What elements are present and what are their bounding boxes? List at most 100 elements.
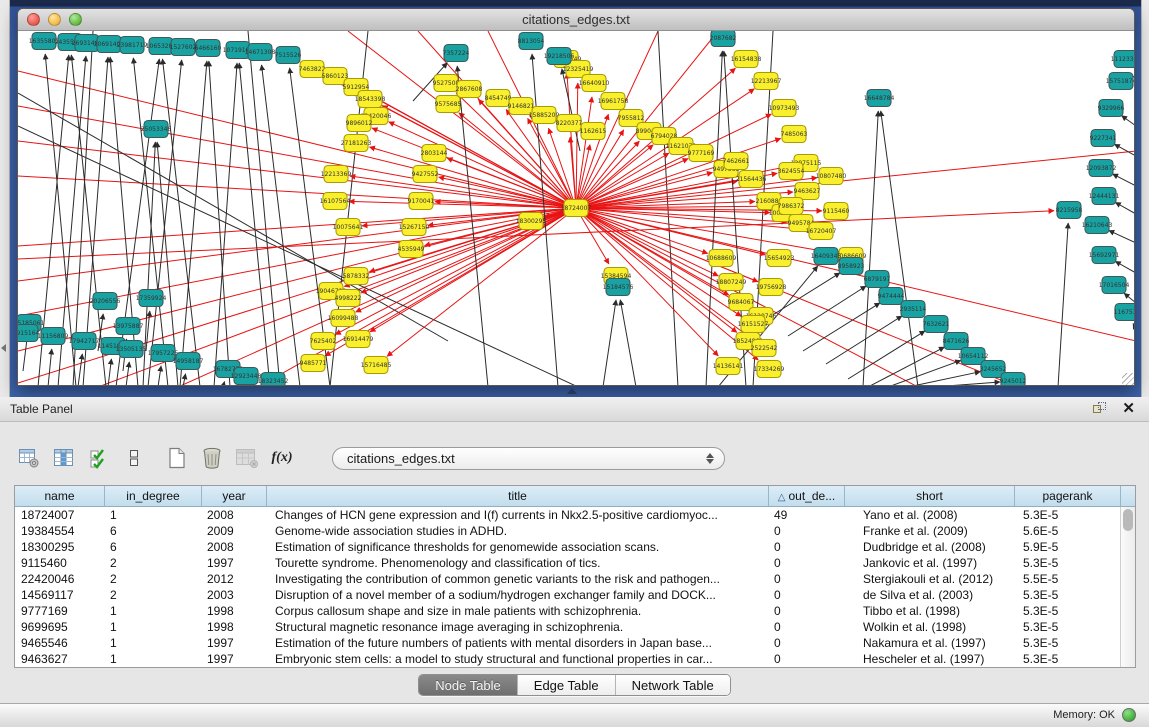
table-settings-button[interactable] (16, 444, 42, 472)
tab-edge-table[interactable]: Edge Table (518, 675, 616, 695)
edge[interactable] (18, 106, 576, 208)
graph-node[interactable]: 13975887 (113, 318, 144, 335)
table-row[interactable]: 1872400712008Changes of HCN gene express… (15, 507, 1135, 523)
graph-node[interactable]: 21564436 (736, 171, 767, 188)
graph-node[interactable]: 9245012 (1000, 373, 1027, 387)
graph-node[interactable]: 15654923 (764, 250, 795, 267)
edge[interactable] (826, 316, 902, 364)
edge[interactable] (1113, 174, 1135, 186)
graph-node[interactable]: 2803144 (421, 145, 448, 162)
graph-node[interactable]: 9115460 (823, 203, 850, 220)
edge[interactable] (933, 382, 1000, 386)
graph-node[interactable]: 9575685 (435, 96, 462, 113)
graph-node[interactable]: 16648784 (864, 90, 895, 107)
edge[interactable] (110, 57, 138, 386)
table-row[interactable]: 1830029562008Estimation of significance … (15, 539, 1135, 555)
edge[interactable] (158, 366, 161, 386)
graph-node[interactable]: 10075641 (333, 219, 364, 236)
import-table-button[interactable] (234, 444, 260, 472)
graph-node[interactable]: 18323452 (258, 373, 289, 387)
graph-node[interactable]: 7632621 (923, 316, 950, 333)
graph-node[interactable]: 9329966 (1098, 100, 1125, 117)
edge[interactable] (1058, 223, 1068, 386)
graph-node[interactable]: 4535949 (398, 241, 425, 258)
graph-node[interactable]: 9427552 (412, 166, 439, 183)
graph-node[interactable]: 18724007 (561, 200, 592, 217)
column-header-name[interactable]: name (15, 486, 105, 506)
graph-node[interactable]: 9896012 (346, 115, 373, 132)
graph-node[interactable]: 12444131 (1089, 188, 1120, 205)
edge[interactable] (1115, 261, 1135, 273)
graph-node[interactable]: 16961758 (598, 93, 629, 110)
graph-node[interactable]: 7357224 (443, 45, 470, 62)
edge[interactable] (706, 51, 722, 386)
scrollbar-thumb[interactable] (1123, 509, 1133, 531)
graph-node[interactable]: 2935114 (900, 301, 927, 318)
graph-node[interactable]: 16914479 (343, 331, 374, 348)
graph-node[interactable]: 3624554 (778, 163, 805, 180)
edge[interactable] (1133, 76, 1135, 77)
graph-node[interactable]: 8220377 (556, 115, 583, 132)
function-builder-button[interactable]: f(x) (269, 444, 295, 472)
edge[interactable] (576, 141, 639, 208)
vertical-scrollbar[interactable] (1120, 507, 1135, 668)
edge[interactable] (1109, 230, 1135, 243)
edge[interactable] (888, 360, 961, 386)
graph-node[interactable]: 8958923 (838, 258, 865, 275)
edge[interactable] (576, 208, 718, 276)
edge[interactable] (620, 300, 636, 386)
graph-node[interactable]: 1162615 (580, 123, 607, 140)
graph-node[interactable]: 7462661 (723, 153, 750, 170)
edge[interactable] (576, 31, 718, 208)
column-visibility-button[interactable] (86, 444, 112, 472)
edge[interactable] (162, 59, 200, 386)
graph-node[interactable]: 7625402 (310, 333, 337, 350)
graph-node[interactable]: 25053346 (141, 121, 172, 138)
table-row[interactable]: 1938455462009Genome-wide association stu… (15, 523, 1135, 539)
graph-node[interactable]: 1527602 (170, 39, 197, 56)
edge[interactable] (18, 208, 576, 281)
memory-status-indicator[interactable] (1122, 708, 1136, 722)
column-header-in_degree[interactable]: in_degree (105, 486, 202, 506)
graph-node[interactable]: 15184576 (603, 279, 634, 296)
edge[interactable] (1122, 116, 1135, 126)
edge[interactable] (18, 208, 576, 351)
column-header-year[interactable]: year (202, 486, 267, 506)
graph-node[interactable]: 4998222 (335, 290, 362, 307)
graph-node[interactable]: 8813054 (518, 33, 545, 50)
close-panel-icon[interactable]: ✕ (1122, 399, 1135, 417)
graph-node[interactable]: 16151527 (738, 316, 769, 333)
graph-node[interactable]: 9227341 (1090, 130, 1117, 147)
graph-node[interactable]: 7485063 (781, 126, 808, 143)
splitter-handle[interactable] (567, 388, 577, 394)
network-canvas[interactable]: 1635580324355724269314062069140623981719… (18, 31, 1135, 386)
edge[interactable] (262, 65, 300, 386)
edge[interactable] (576, 83, 578, 208)
graph-node[interactable]: 15716485 (361, 357, 392, 374)
graph-node[interactable]: 16154838 (731, 51, 762, 68)
float-panel-button[interactable] (1093, 402, 1107, 416)
column-header-out_de[interactable]: △out_de... (769, 486, 845, 506)
graph-node[interactable]: 14136141 (713, 358, 744, 375)
graph-node[interactable]: 9777169 (688, 145, 715, 162)
graph-node[interactable]: 1167533 (1114, 304, 1135, 321)
graph-node[interactable]: 18300295 (516, 213, 547, 230)
graph-node[interactable]: 16409345 (811, 248, 842, 265)
graph-node[interactable]: 13505135 (116, 341, 147, 358)
graph-node[interactable]: 18543398 (355, 91, 386, 108)
edge[interactable] (18, 141, 576, 208)
edge[interactable] (48, 349, 52, 386)
row-height-button[interactable] (121, 444, 147, 472)
graph-node[interactable]: 9170041 (408, 193, 435, 210)
edge[interactable] (18, 176, 576, 208)
graph-node[interactable]: 17942717 (69, 333, 100, 350)
edge[interactable] (214, 63, 237, 386)
table-row[interactable]: 2242004622012Investigating the contribut… (15, 571, 1135, 587)
table-row[interactable]: 946554611997Estimation of the future num… (15, 635, 1135, 651)
graph-node[interactable]: 9485771 (300, 355, 327, 372)
graph-node[interactable]: 23981719 (117, 37, 148, 54)
graph-node[interactable]: 12213967 (751, 73, 782, 90)
graph-node[interactable]: 16107564 (320, 193, 351, 210)
graph-node[interactable]: 6466160 (195, 40, 222, 57)
graph-node[interactable]: 10807480 (816, 168, 847, 185)
